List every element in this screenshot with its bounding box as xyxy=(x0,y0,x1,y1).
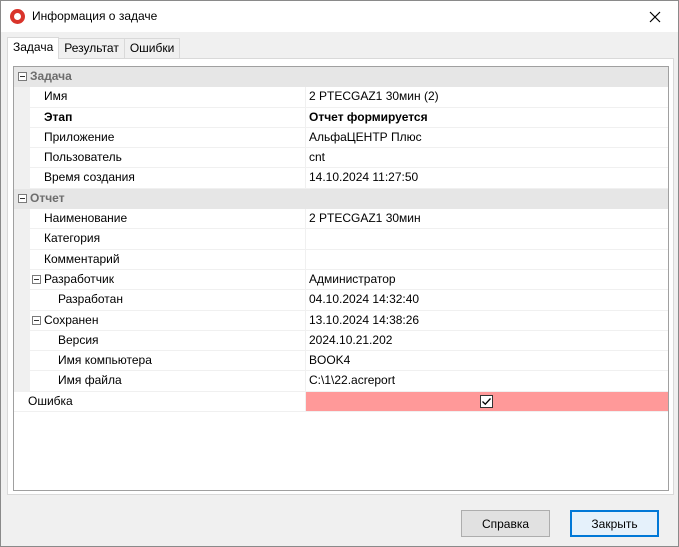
property-grid[interactable]: Задача Имя 2 PTECGAZ1 30мин (2) Этап Отч… xyxy=(13,66,669,491)
property-row-version[interactable]: Версия 2024.10.21.202 xyxy=(14,330,668,352)
error-value-cell[interactable] xyxy=(306,391,668,412)
property-row-application[interactable]: Приложение АльфаЦЕНТР Плюс xyxy=(14,127,668,149)
property-row-developed[interactable]: Разработан 04.10.2024 14:32:40 xyxy=(14,290,668,311)
property-row-file[interactable]: Имя файла C:\1\22.acreport xyxy=(14,371,668,392)
property-row-stage[interactable]: Этап Отчет формируется xyxy=(14,107,668,128)
checkmark-icon xyxy=(482,397,491,405)
task-info-dialog: Информация о задаче Задача Результат Оши… xyxy=(0,0,679,547)
collapse-icon[interactable] xyxy=(32,274,41,284)
property-label: Версия xyxy=(58,332,99,347)
tab-result[interactable]: Результат xyxy=(58,38,125,59)
property-label: Ошибка xyxy=(28,393,73,408)
category-task[interactable]: Задача xyxy=(14,67,668,88)
property-value: 2 PTECGAZ1 30мин (2) xyxy=(309,89,439,104)
property-value: Администратор xyxy=(309,271,396,286)
property-row-user[interactable]: Пользователь cnt xyxy=(14,148,668,169)
property-value: BOOK4 xyxy=(309,353,351,368)
property-value: 13.10.2024 14:38:26 xyxy=(309,312,420,327)
window-title: Информация о задаче xyxy=(32,9,158,23)
property-label: Разработан xyxy=(58,292,123,307)
property-label: Комментарий xyxy=(44,251,120,266)
property-value[interactable] xyxy=(306,229,668,248)
property-label: Имя компьютера xyxy=(58,353,152,368)
category-report[interactable]: Отчет xyxy=(14,188,668,210)
property-value: 04.10.2024 14:32:40 xyxy=(309,292,420,307)
help-button[interactable]: Справка xyxy=(461,510,550,537)
property-label: Пользователь xyxy=(44,150,122,165)
close-button[interactable]: Закрыть xyxy=(570,510,659,537)
app-icon xyxy=(10,9,25,24)
tab-panel-task: Задача Имя 2 PTECGAZ1 30мин (2) Этап Отч… xyxy=(7,58,674,495)
property-row-comment[interactable]: Комментарий xyxy=(14,249,668,270)
title-bar: Информация о задаче xyxy=(1,1,678,32)
collapse-icon[interactable] xyxy=(18,72,27,81)
property-row-title[interactable]: Наименование 2 PTECGAZ1 30мин xyxy=(14,209,668,230)
property-row-created[interactable]: Время создания 14.10.2024 11:27:50 xyxy=(14,168,668,189)
property-row-error[interactable]: Ошибка xyxy=(14,391,668,413)
property-label: Имя xyxy=(44,89,68,104)
property-value: cnt xyxy=(309,150,326,165)
property-row-developer[interactable]: Разработчик Администратор xyxy=(14,269,668,291)
property-row-computer[interactable]: Имя компьютера BOOK4 xyxy=(14,351,668,372)
property-label: Имя файла xyxy=(58,373,122,388)
property-row-category[interactable]: Категория xyxy=(14,229,668,250)
category-label: Задача xyxy=(30,69,72,83)
close-icon xyxy=(649,11,661,22)
property-value: C:\1\22.acreport xyxy=(309,373,396,388)
category-label: Отчет xyxy=(30,190,65,205)
property-value: 2024.10.21.202 xyxy=(309,332,393,347)
property-value: Отчет формируется xyxy=(309,109,428,124)
tab-task[interactable]: Задача xyxy=(7,37,60,59)
property-label: Приложение xyxy=(44,129,115,144)
property-label: Разработчик xyxy=(44,271,114,286)
property-label: Этап xyxy=(44,109,73,124)
property-row-name[interactable]: Имя 2 PTECGAZ1 30мин (2) xyxy=(14,87,668,108)
property-value[interactable] xyxy=(306,250,668,269)
property-label: Категория xyxy=(44,231,101,246)
error-checkbox[interactable] xyxy=(480,394,493,408)
property-value: АльфаЦЕНТР Плюс xyxy=(309,129,422,144)
tab-errors[interactable]: Ошибки xyxy=(123,38,181,59)
collapse-icon[interactable] xyxy=(18,193,27,203)
property-label: Время создания xyxy=(44,170,135,185)
tab-strip: Задача Результат Ошибки xyxy=(7,37,181,59)
property-value: 14.10.2024 11:27:50 xyxy=(309,170,419,185)
property-row-saved[interactable]: Сохранен 13.10.2024 14:38:26 xyxy=(14,310,668,331)
property-value: 2 PTECGAZ1 30мин xyxy=(309,211,421,226)
collapse-icon[interactable] xyxy=(32,315,41,325)
close-window-button[interactable] xyxy=(632,1,678,32)
property-label: Наименование xyxy=(44,211,128,226)
